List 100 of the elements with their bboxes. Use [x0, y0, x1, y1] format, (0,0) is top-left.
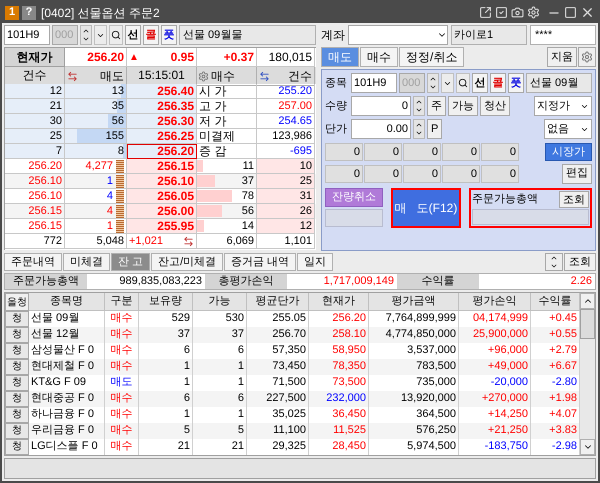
sell-order-button[interactable]: 매 도(F12)	[391, 188, 461, 228]
table-cell: LG디스플 F 0	[29, 439, 105, 455]
table-cell: 매수	[105, 439, 139, 455]
scrollbar-track[interactable]	[580, 293, 595, 455]
product-type-button[interactable]: 풋	[161, 25, 177, 45]
query-button[interactable]: 조회	[559, 191, 589, 208]
product-type-button[interactable]: 콜	[143, 25, 159, 45]
column-header: 매수	[211, 68, 235, 85]
liquidate-button[interactable]: 청	[5, 343, 29, 359]
balance-tab[interactable]: 일지	[297, 253, 334, 271]
account-name-field: 카이로1	[451, 25, 527, 45]
balance-tab[interactable]: 주문내역	[4, 253, 62, 271]
search-icon[interactable]	[109, 25, 123, 45]
settings-icon[interactable]	[578, 47, 596, 67]
product-type-button[interactable]: 선	[472, 73, 488, 93]
price-field[interactable]: 0.00	[351, 119, 411, 139]
maximize-button[interactable]	[564, 6, 577, 19]
popout-icon[interactable]	[479, 6, 492, 19]
symbol-name-field: 선물 09월물	[179, 25, 316, 45]
close-button[interactable]	[580, 5, 595, 20]
password-field[interactable]: ****	[530, 25, 596, 45]
settings-icon[interactable]	[198, 70, 209, 82]
account-label: 계좌	[321, 27, 345, 44]
spinner-button[interactable]	[413, 119, 425, 139]
info-value: 123,986	[257, 129, 315, 144]
query-button[interactable]: 조회	[564, 253, 596, 271]
quick-value-field[interactable]: 0	[481, 142, 519, 160]
swap-icon[interactable]	[183, 236, 194, 246]
ask-count: 12	[5, 84, 65, 99]
edit-button[interactable]: 편집	[562, 164, 592, 184]
summary-label: 주문가능총액	[5, 274, 87, 289]
ask-count: 21	[5, 99, 65, 114]
balance-tab[interactable]: 잔고/미체결	[151, 253, 224, 271]
liquidate-button[interactable]: 청	[5, 407, 29, 423]
quick-value-field[interactable]: 0	[403, 142, 441, 160]
order-type-dropdown[interactable]: 지정가	[534, 96, 592, 116]
checkbox-icon[interactable]	[495, 6, 508, 19]
condition-dropdown[interactable]: 없음	[544, 119, 592, 139]
scrollbar-thumb[interactable]	[580, 309, 595, 339]
quantity-option-button[interactable]: 가능	[448, 96, 478, 116]
product-type-button[interactable]: 풋	[508, 73, 524, 93]
strength-meter	[116, 174, 124, 188]
quantity-difference: +1,021	[129, 234, 163, 248]
balance-tab[interactable]: 미체결	[63, 253, 110, 271]
total-ask-count: 772	[5, 234, 65, 249]
strength-meter	[116, 190, 124, 202]
liquidate-button[interactable]: 청	[5, 423, 29, 439]
symbol-code-field[interactable]: 101H9	[351, 73, 397, 93]
scroll-down-button[interactable]	[580, 439, 595, 455]
market-price-button[interactable]: 시장가	[545, 142, 592, 160]
ask-count: 30	[5, 114, 65, 129]
quantity-option-button[interactable]: 주	[427, 96, 446, 116]
clear-all-button[interactable]: 올청	[5, 293, 29, 311]
quick-value-field[interactable]: 0	[364, 164, 402, 182]
ask-quantity-cell: 56	[65, 114, 127, 129]
liquidate-button[interactable]: 청	[5, 359, 29, 375]
order-tab[interactable]: 정정/취소	[399, 47, 464, 67]
quantity-field[interactable]: 0	[351, 96, 411, 116]
trade-quantity: 4	[106, 189, 113, 203]
available-amount-label: 주문가능총액	[472, 192, 538, 208]
liquidate-button[interactable]: 청	[5, 439, 29, 455]
price-mode-button[interactable]: P	[427, 119, 442, 139]
quick-value-field[interactable]: 0	[442, 164, 480, 182]
strength-meter	[116, 204, 124, 218]
spinner-button[interactable]	[427, 73, 439, 93]
swap-icon[interactable]	[259, 70, 270, 82]
quick-value-field[interactable]: 0	[442, 142, 480, 160]
swap-icon[interactable]	[67, 70, 78, 82]
symbol-code-field[interactable]: 101H9	[4, 25, 50, 45]
quantity-option-button[interactable]: 청산	[480, 96, 510, 116]
spinner-button[interactable]	[413, 96, 425, 116]
bid-count: 10	[257, 159, 315, 174]
info-value: 255.20	[257, 84, 315, 99]
liquidate-button[interactable]: 청	[5, 391, 29, 407]
bid-count: 25	[257, 174, 315, 189]
ask-price: 256.40	[127, 84, 197, 99]
bid-count: 12	[257, 219, 315, 234]
scroll-up-button[interactable]	[580, 293, 595, 309]
clear-button[interactable]: 지움	[547, 47, 577, 67]
spinner-button[interactable]	[80, 25, 92, 45]
price-change: 0.95	[170, 49, 194, 66]
balance-tab[interactable]: 증거금 내역	[224, 253, 296, 271]
quick-value-field[interactable]: 0	[403, 164, 441, 182]
liquidate-button[interactable]: 청	[5, 311, 29, 327]
product-type-button[interactable]: 콜	[490, 73, 506, 93]
order-tab[interactable]: 매수	[360, 47, 398, 67]
search-icon[interactable]	[456, 73, 470, 93]
quick-value-field[interactable]: 0	[481, 164, 519, 182]
liquidate-button[interactable]: 청	[5, 327, 29, 343]
camera-icon[interactable]	[511, 6, 524, 19]
price-label: 단가	[325, 122, 348, 137]
liquidate-button[interactable]: 청	[5, 375, 29, 391]
quick-value-field[interactable]: 0	[325, 142, 363, 160]
product-type-button[interactable]: 선	[125, 25, 141, 45]
spinner-button[interactable]	[545, 253, 563, 271]
quick-value-field[interactable]: 0	[325, 164, 363, 182]
ask-count: 25	[5, 129, 65, 144]
quick-value-field[interactable]: 0	[364, 142, 402, 160]
symbol-label: 종목	[325, 76, 348, 91]
help-button[interactable]: ?	[22, 6, 36, 20]
